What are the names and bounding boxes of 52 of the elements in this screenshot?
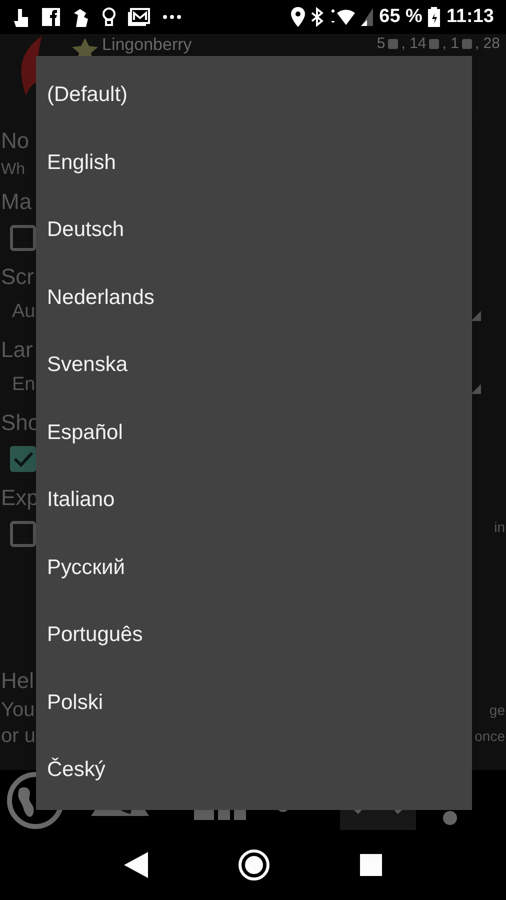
language-option[interactable]: Nederlands	[36, 264, 472, 331]
count-icon	[388, 39, 398, 49]
home-icon[interactable]	[236, 848, 271, 882]
checkbox[interactable]	[10, 521, 36, 547]
count-icon	[429, 39, 440, 49]
language-option[interactable]: Русский	[36, 534, 472, 601]
setting-title: Lar	[0, 336, 33, 364]
facebook-icon	[42, 8, 60, 26]
signal-icon	[361, 8, 374, 26]
dropdown-arrow-icon	[471, 311, 481, 321]
hand-icon	[12, 7, 30, 27]
language-option[interactable]: (Default)	[36, 61, 472, 128]
language-option[interactable]: Svenska	[36, 331, 472, 398]
count: 5	[376, 35, 386, 53]
help-text: You	[0, 698, 35, 723]
setting-description: once	[474, 726, 506, 746]
setting-description: ge	[489, 700, 506, 720]
count: , 1	[442, 35, 459, 53]
dropdown-value: En	[11, 372, 36, 397]
setting-description: Wh	[0, 160, 25, 180]
battery-percentage: 65 %	[379, 4, 422, 29]
battery-icon	[428, 7, 440, 27]
overview-icon[interactable]	[360, 854, 382, 876]
app-title: Lingonberry	[102, 35, 192, 55]
setting-title: Hel	[0, 667, 34, 695]
checkbox[interactable]	[10, 446, 36, 472]
language-option[interactable]: English	[36, 128, 472, 196]
language-option[interactable]: Polski	[36, 668, 472, 736]
wifi-icon	[329, 7, 356, 27]
help-text: or u	[0, 724, 36, 749]
location-icon	[291, 7, 306, 27]
lightbulb-icon	[102, 7, 116, 27]
clock: 11:13	[446, 4, 494, 29]
setting-title: No	[0, 127, 30, 155]
count: , 14	[401, 35, 426, 53]
mail-icon	[128, 8, 150, 26]
count-icon	[462, 39, 472, 49]
setting-title: Scr	[0, 263, 34, 291]
more-icon	[162, 14, 182, 20]
setting-description: in	[494, 518, 506, 536]
language-option[interactable]: Italiano	[36, 466, 472, 534]
language-option[interactable]: Deutsch	[36, 196, 472, 264]
back-icon[interactable]	[124, 852, 148, 878]
dropdown-arrow-icon	[471, 384, 481, 394]
count: , 28	[474, 35, 500, 53]
checkbox[interactable]	[10, 225, 36, 251]
setting-title: Ma	[0, 188, 32, 216]
dropdown-value: Au	[11, 300, 36, 324]
language-option[interactable]: Český	[36, 736, 472, 804]
bluetooth-icon	[311, 7, 324, 27]
language-option[interactable]: Español	[36, 398, 472, 466]
language-option[interactable]: Português	[36, 601, 472, 668]
